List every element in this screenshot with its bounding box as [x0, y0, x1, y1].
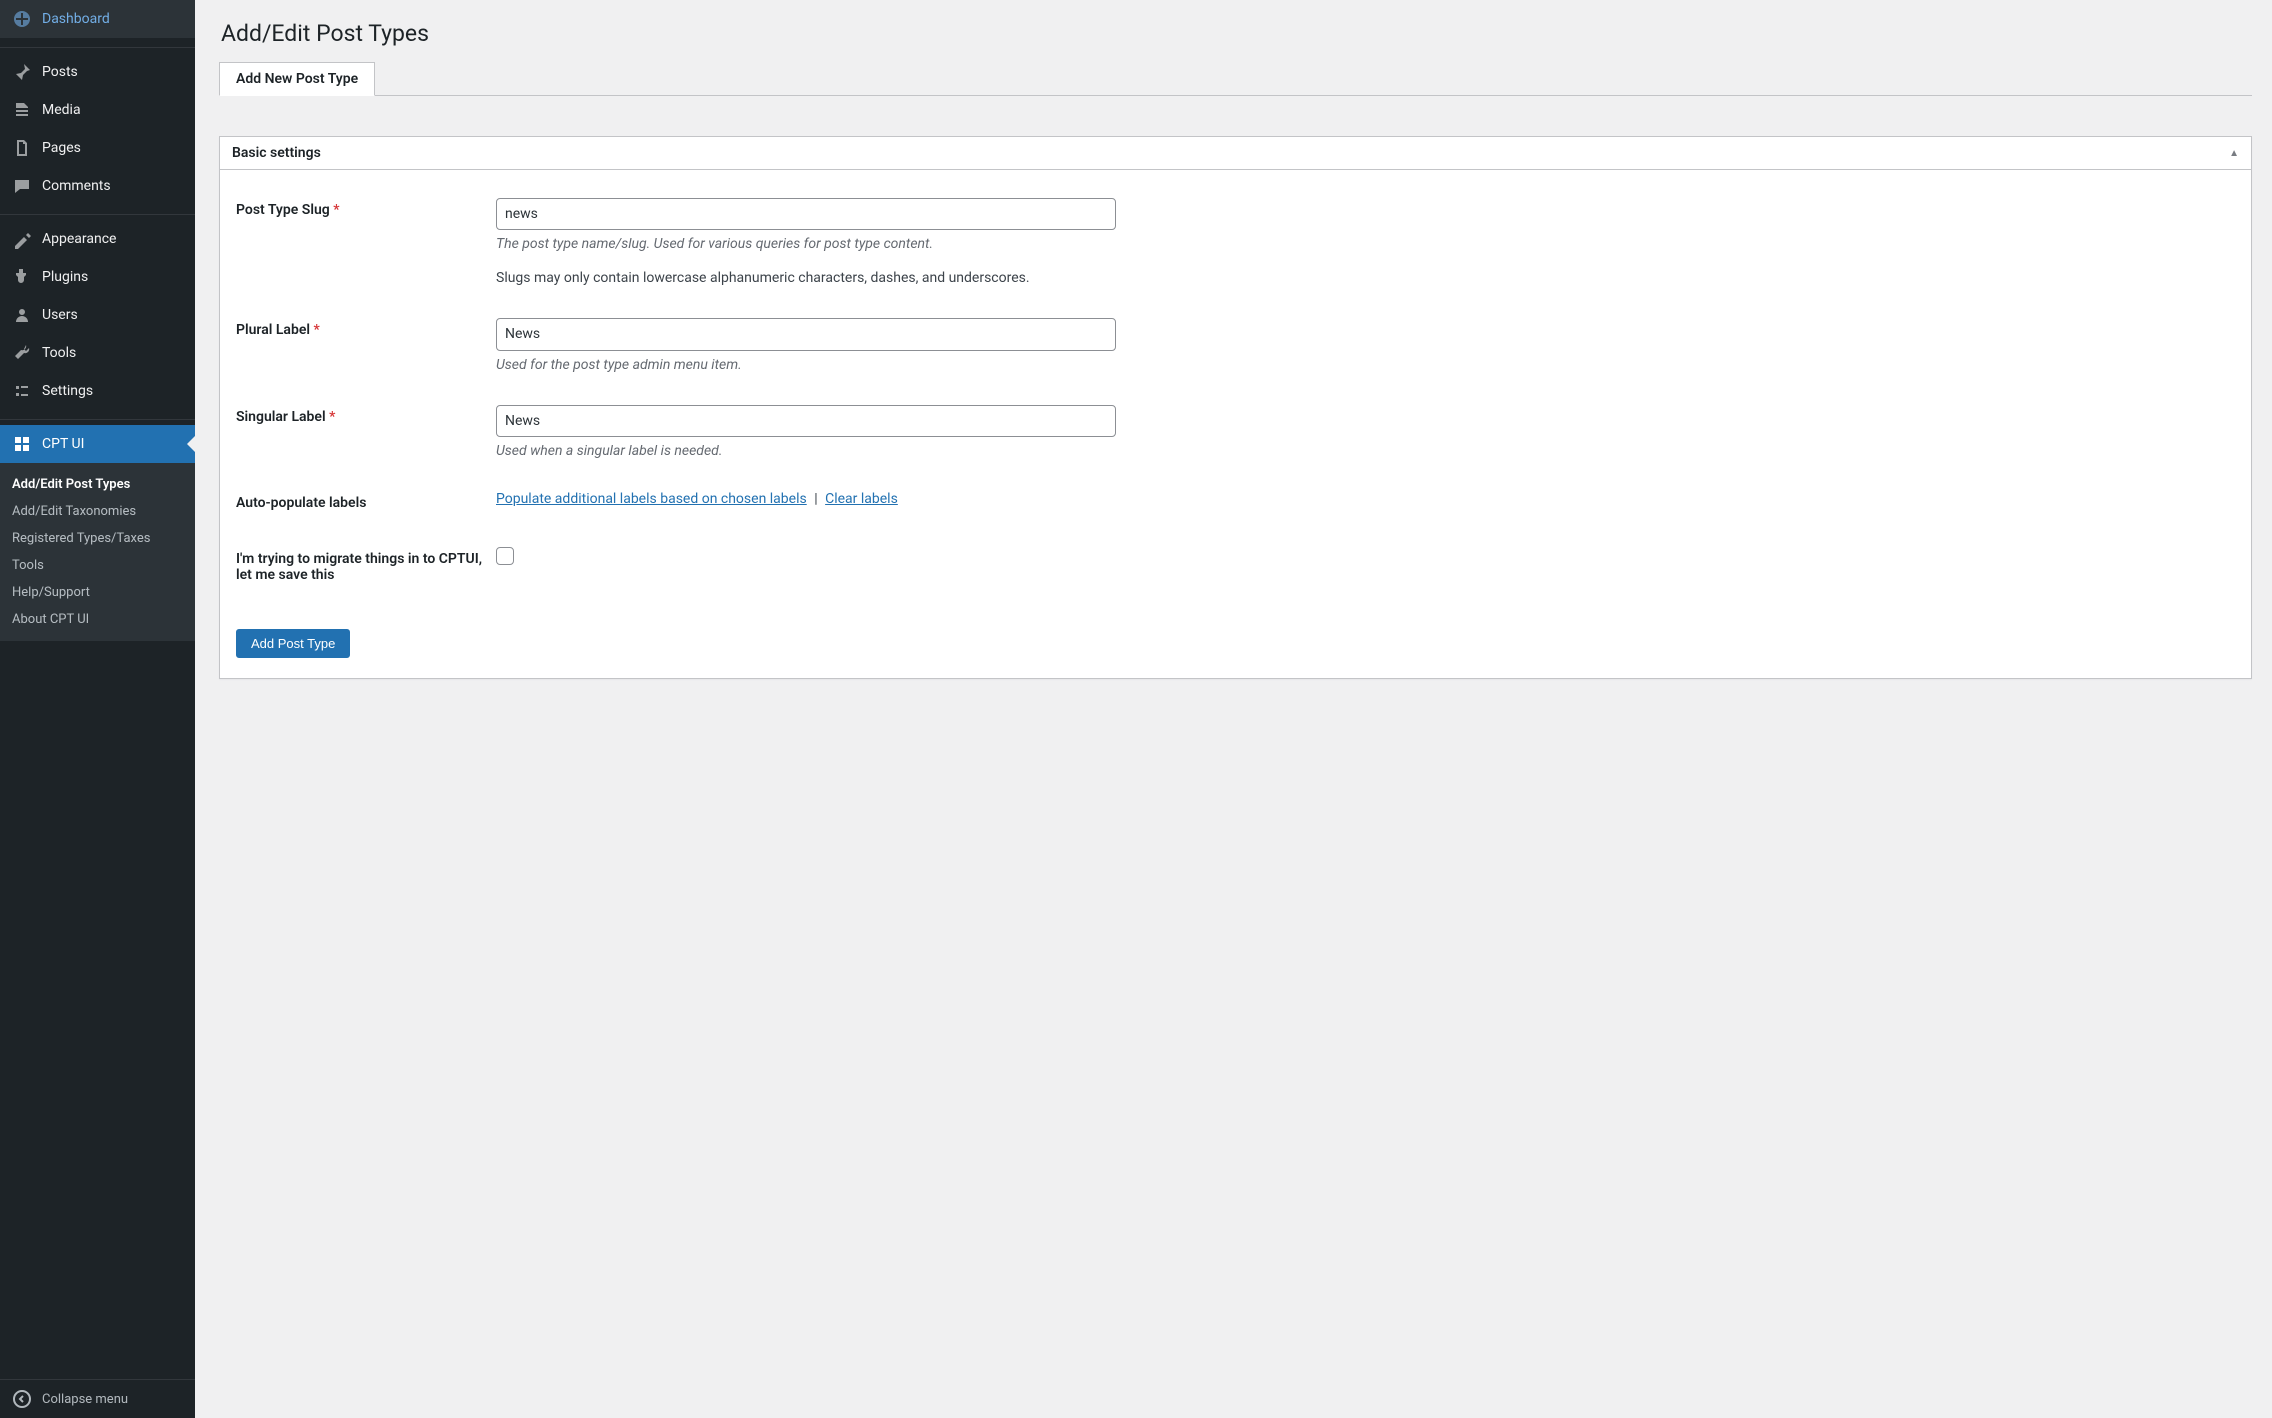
slug-note: Slugs may only contain lowercase alphanu… [496, 270, 2225, 286]
sidebar-item-pages[interactable]: Pages [0, 129, 195, 167]
sidebar-item-label: Plugins [42, 269, 88, 285]
slug-description: The post type name/slug. Used for variou… [496, 236, 2225, 252]
submenu-item-registered-types-taxes[interactable]: Registered Types/Taxes [0, 525, 195, 552]
sidebar-item-label: Dashboard [42, 11, 110, 27]
populate-labels-link[interactable]: Populate additional labels based on chos… [496, 491, 807, 507]
pin-icon [12, 62, 32, 82]
required-marker: * [333, 202, 339, 218]
sidebar-item-cpt-ui[interactable]: CPT UI [0, 425, 195, 463]
main-content: Add/Edit Post Types Add New Post Type Ba… [195, 0, 2272, 1418]
tabs-nav: Add New Post Type [219, 61, 2252, 96]
sidebar-item-appearance[interactable]: Appearance [0, 220, 195, 258]
collapse-menu-label: Collapse menu [42, 1392, 128, 1407]
required-marker: * [314, 322, 320, 338]
basic-settings-panel: Basic settings ▲ Post Type Slug * The po… [219, 136, 2252, 679]
menu-separator [0, 415, 195, 420]
field-label-auto-populate: Auto-populate labels [236, 475, 496, 531]
sidebar-item-label: Appearance [42, 231, 116, 247]
sidebar-item-label: Pages [42, 140, 81, 156]
settings-icon [12, 381, 32, 401]
pages-icon [12, 138, 32, 158]
appearance-icon [12, 229, 32, 249]
clear-labels-link[interactable]: Clear labels [825, 491, 898, 507]
sidebar-item-settings[interactable]: Settings [0, 372, 195, 410]
plural-label-input[interactable] [496, 318, 1116, 350]
singular-description: Used when a singular label is needed. [496, 443, 2225, 459]
media-icon [12, 100, 32, 120]
panel-toggle-icon[interactable]: ▲ [2229, 148, 2239, 159]
tools-icon [12, 343, 32, 363]
field-label-migrate: I'm trying to migrate things in to CPTUI… [236, 531, 496, 603]
plugins-icon [12, 267, 32, 287]
submenu-item-about-cpt-ui[interactable]: About CPT UI [0, 606, 195, 633]
submenu-item-tools[interactable]: Tools [0, 552, 195, 579]
required-marker: * [329, 409, 335, 425]
panel-header[interactable]: Basic settings ▲ [220, 137, 2251, 170]
dashboard-icon [12, 9, 32, 29]
submenu-item-add-edit-taxonomies[interactable]: Add/Edit Taxonomies [0, 498, 195, 525]
collapse-menu-button[interactable]: Collapse menu [0, 1379, 195, 1418]
collapse-icon [12, 1389, 32, 1409]
page-title: Add/Edit Post Types [221, 20, 2252, 47]
users-icon [12, 305, 32, 325]
field-label-plural: Plural Label * [236, 302, 496, 388]
menu-separator [0, 210, 195, 215]
sidebar-item-dashboard[interactable]: Dashboard [0, 0, 195, 38]
link-separator: | [814, 491, 817, 507]
submenu-item-add-edit-post-types[interactable]: Add/Edit Post Types [0, 471, 195, 498]
sidebar-item-users[interactable]: Users [0, 296, 195, 334]
field-label-slug: Post Type Slug * [236, 182, 496, 302]
sidebar-item-label: CPT UI [42, 436, 84, 452]
add-post-type-button[interactable]: Add Post Type [236, 629, 350, 658]
migrate-checkbox[interactable] [496, 547, 514, 565]
comments-icon [12, 176, 32, 196]
post-type-slug-input[interactable] [496, 198, 1116, 230]
sidebar-item-tools[interactable]: Tools [0, 334, 195, 372]
submenu-item-help-support[interactable]: Help/Support [0, 579, 195, 606]
admin-sidebar: Dashboard Posts Media Pages Commen [0, 0, 195, 1418]
sidebar-submenu: Add/Edit Post Types Add/Edit Taxonomies … [0, 463, 195, 641]
sidebar-item-label: Comments [42, 178, 111, 194]
sidebar-item-label: Users [42, 307, 78, 323]
panel-title: Basic settings [232, 145, 321, 161]
field-label-singular: Singular Label * [236, 389, 496, 475]
sidebar-item-media[interactable]: Media [0, 91, 195, 129]
sidebar-item-posts[interactable]: Posts [0, 53, 195, 91]
menu-separator [0, 43, 195, 48]
sidebar-item-label: Media [42, 102, 81, 118]
cptui-icon [12, 434, 32, 454]
singular-label-input[interactable] [496, 405, 1116, 437]
sidebar-item-label: Posts [42, 64, 78, 80]
sidebar-item-comments[interactable]: Comments [0, 167, 195, 205]
sidebar-item-plugins[interactable]: Plugins [0, 258, 195, 296]
sidebar-item-label: Settings [42, 383, 93, 399]
sidebar-item-label: Tools [42, 345, 76, 361]
plural-description: Used for the post type admin menu item. [496, 357, 2225, 373]
tab-add-new-post-type[interactable]: Add New Post Type [219, 62, 375, 96]
panel-body: Post Type Slug * The post type name/slug… [220, 170, 2251, 678]
